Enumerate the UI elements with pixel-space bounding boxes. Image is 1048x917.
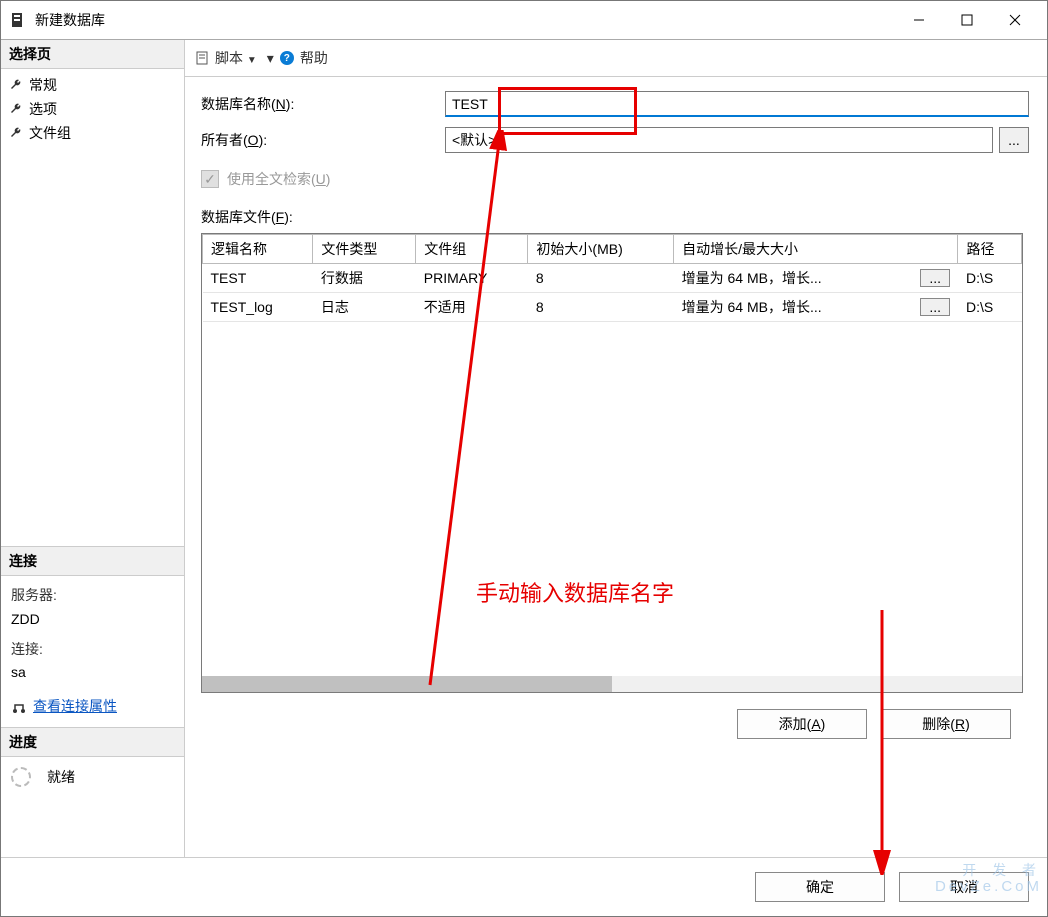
- wrench-icon: [9, 126, 23, 140]
- cell-filegroup[interactable]: PRIMARY: [416, 264, 528, 293]
- cell-file-type[interactable]: 行数据: [313, 264, 416, 293]
- fulltext-label: 使用全文检索(U): [227, 169, 330, 189]
- progress-section: 进度 就绪: [1, 727, 184, 857]
- view-connection-properties-link[interactable]: 查看连接属性: [11, 695, 174, 719]
- content-area: 选择页 常规 选项 文件组: [1, 39, 1047, 857]
- progress-header: 进度: [1, 727, 184, 757]
- connection-header: 连接: [1, 546, 184, 576]
- autogrowth-browse-button[interactable]: ...: [920, 298, 950, 316]
- view-connection-properties-label: 查看连接属性: [33, 695, 117, 719]
- titlebar: 新建数据库: [1, 1, 1047, 39]
- help-link[interactable]: 帮助: [300, 48, 328, 68]
- wrench-icon: [9, 78, 23, 92]
- window-title: 新建数据库: [35, 10, 895, 30]
- server-value: ZDD: [11, 608, 174, 632]
- dbname-row: 数据库名称(N):: [195, 91, 1029, 117]
- dbname-input[interactable]: [445, 91, 1029, 117]
- col-autogrowth[interactable]: 自动增长/最大大小: [674, 235, 958, 264]
- col-file-type[interactable]: 文件类型: [313, 235, 416, 264]
- scrollbar-thumb[interactable]: [202, 676, 612, 692]
- script-icon: [195, 51, 209, 65]
- owner-input[interactable]: [445, 127, 993, 153]
- dbname-label: 数据库名称(N):: [195, 94, 445, 114]
- sidebar-item-label: 文件组: [29, 123, 71, 143]
- col-filegroup[interactable]: 文件组: [416, 235, 528, 264]
- dialog-window: 新建数据库 选择页 常规 选项: [0, 0, 1048, 917]
- maximize-button[interactable]: [943, 4, 991, 36]
- sidebar: 选择页 常规 选项 文件组: [1, 40, 185, 857]
- remove-button[interactable]: 删除(R): [881, 709, 1011, 739]
- help-icon: ?: [280, 51, 294, 65]
- select-page-list: 常规 选项 文件组: [1, 69, 184, 149]
- files-label: 数据库文件(F):: [195, 201, 1029, 233]
- chevron-down-icon: ▼: [247, 55, 257, 66]
- horizontal-scrollbar[interactable]: [202, 676, 1022, 692]
- col-logical-name[interactable]: 逻辑名称: [203, 235, 313, 264]
- sidebar-item-label: 选项: [29, 99, 57, 119]
- script-dropdown[interactable]: 脚本 ▼: [215, 48, 257, 68]
- col-init-size[interactable]: 初始大小(MB): [528, 235, 674, 264]
- fulltext-row: ✓ 使用全文检索(U): [195, 163, 1029, 201]
- close-button[interactable]: [991, 4, 1039, 36]
- connection-body: 服务器: ZDD 连接: sa 查看连接属性: [1, 576, 184, 727]
- select-page-header: 选择页: [1, 40, 184, 69]
- cell-path[interactable]: D:\S: [958, 264, 1022, 293]
- files-table-wrap: 逻辑名称 文件类型 文件组 初始大小(MB) 自动增长/最大大小 路径: [201, 233, 1023, 693]
- cell-autogrowth[interactable]: 增量为 64 MB，增长...: [674, 293, 894, 322]
- sidebar-item-general[interactable]: 常规: [9, 73, 176, 97]
- cell-autogrowth[interactable]: 增量为 64 MB，增长...: [674, 264, 894, 293]
- progress-status: 就绪: [47, 767, 75, 787]
- toolbar: 脚本 ▼ ▾ ? 帮助: [185, 40, 1047, 77]
- cancel-button[interactable]: 取消: [899, 872, 1029, 902]
- files-table: 逻辑名称 文件类型 文件组 初始大小(MB) 自动增长/最大大小 路径: [202, 234, 1022, 322]
- dialog-buttons: 确定 取消: [1, 857, 1047, 916]
- conn-value: sa: [11, 661, 174, 685]
- connection-icon: [11, 699, 27, 715]
- table-header-row: 逻辑名称 文件类型 文件组 初始大小(MB) 自动增长/最大大小 路径: [203, 235, 1022, 264]
- cell-path[interactable]: D:\S: [958, 293, 1022, 322]
- file-buttons-row: 添加(A) 删除(R): [195, 693, 1029, 739]
- col-path[interactable]: 路径: [958, 235, 1022, 264]
- sidebar-item-options[interactable]: 选项: [9, 97, 176, 121]
- server-label: 服务器:: [11, 584, 174, 608]
- wrench-icon: [9, 102, 23, 116]
- conn-label: 连接:: [11, 638, 174, 662]
- select-page-section: 选择页 常规 选项 文件组: [1, 40, 184, 149]
- cell-file-type[interactable]: 日志: [313, 293, 416, 322]
- cell-filegroup[interactable]: 不适用: [416, 293, 528, 322]
- owner-row: 所有者(O): ...: [195, 127, 1029, 153]
- database-icon: [9, 12, 25, 28]
- window-controls: [895, 4, 1039, 36]
- progress-body: 就绪: [1, 757, 184, 797]
- spinner-icon: [11, 767, 31, 787]
- owner-label: 所有者(O):: [195, 130, 445, 150]
- cell-init-size[interactable]: 8: [528, 293, 674, 322]
- autogrowth-browse-button[interactable]: ...: [920, 269, 950, 287]
- add-button[interactable]: 添加(A): [737, 709, 867, 739]
- owner-browse-button[interactable]: ...: [999, 127, 1029, 153]
- sidebar-item-filegroups[interactable]: 文件组: [9, 121, 176, 145]
- connection-section: 连接 服务器: ZDD 连接: sa 查看连接属性: [1, 546, 184, 727]
- table-row[interactable]: TEST 行数据 PRIMARY 8 增量为 64 MB，增长... ... D…: [203, 264, 1022, 293]
- cell-init-size[interactable]: 8: [528, 264, 674, 293]
- fulltext-checkbox: ✓: [201, 170, 219, 188]
- main-panel: 脚本 ▼ ▾ ? 帮助 数据库名称(N): 所有者(O): ...: [185, 40, 1047, 857]
- cell-logical-name[interactable]: TEST: [203, 264, 313, 293]
- form-area: 数据库名称(N): 所有者(O): ... ✓ 使用全文检索(U) 数: [185, 77, 1047, 753]
- ok-button[interactable]: 确定: [755, 872, 885, 902]
- files-table-scroll[interactable]: 逻辑名称 文件类型 文件组 初始大小(MB) 自动增长/最大大小 路径: [202, 234, 1022, 692]
- minimize-button[interactable]: [895, 4, 943, 36]
- table-row[interactable]: TEST_log 日志 不适用 8 增量为 64 MB，增长... ... D:…: [203, 293, 1022, 322]
- cell-logical-name[interactable]: TEST_log: [203, 293, 313, 322]
- sidebar-item-label: 常规: [29, 75, 57, 95]
